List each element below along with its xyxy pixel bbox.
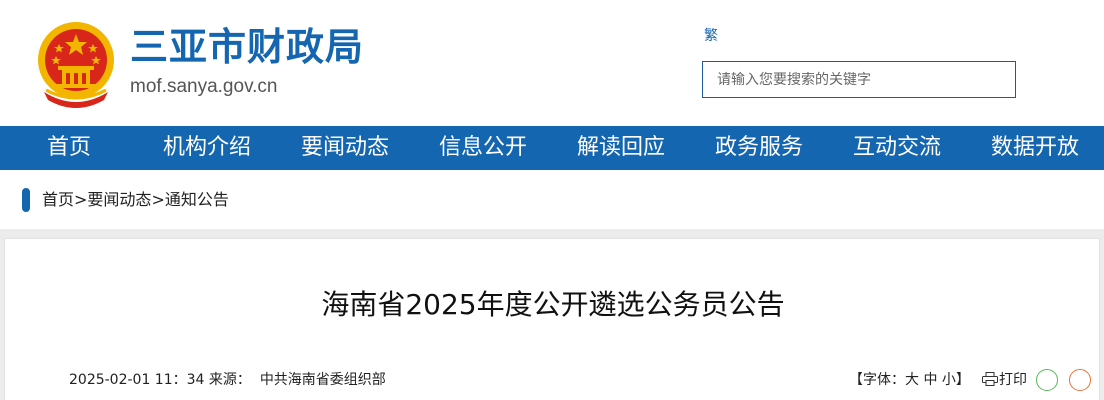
article-title: 海南省2025年度公开遴选公务员公告 xyxy=(321,288,785,321)
source-name: 中共海南省委组织部 xyxy=(259,372,386,388)
nav-item-open-data[interactable]: 数据开放 xyxy=(966,126,1104,170)
traditional-chinese-link[interactable]: 繁 xyxy=(704,27,718,45)
wechat-share-icon[interactable] xyxy=(1036,369,1058,391)
breadcrumb-marker xyxy=(22,188,30,212)
site-domain: mof.sanya.gov.cn xyxy=(130,76,278,97)
source-label: 来源： xyxy=(208,372,251,388)
nav-item-interaction[interactable]: 互动交流 xyxy=(828,126,966,170)
nav-item-services[interactable]: 政务服务 xyxy=(690,126,828,170)
breadcrumb-separator: > xyxy=(151,190,165,209)
nav-item-info-disclosure[interactable]: 信息公开 xyxy=(414,126,552,170)
breadcrumb-notices[interactable]: 通知公告 xyxy=(165,190,229,209)
publish-date: 2025-02-01 11：34 xyxy=(69,372,205,388)
nav-item-news[interactable]: 要闻动态 xyxy=(276,126,414,170)
font-size-close: 】 xyxy=(955,372,970,388)
breadcrumb-home[interactable]: 首页 xyxy=(42,190,74,209)
breadcrumb: 首页>要闻动态>通知公告 xyxy=(42,189,229,211)
font-size-large[interactable]: 大 xyxy=(905,372,919,388)
article-tools: 【字体：大 中 小】 打印 xyxy=(839,369,1099,393)
site-title[interactable]: 三亚市财政局 xyxy=(130,24,364,70)
font-size-label: 【字体： xyxy=(849,372,905,388)
font-size-small[interactable]: 小 xyxy=(942,372,956,388)
nav-item-interpretation[interactable]: 解读回应 xyxy=(552,126,690,170)
weibo-share-icon[interactable] xyxy=(1069,369,1091,391)
print-button[interactable]: 打印 xyxy=(982,371,1027,389)
article-meta: 2025-02-01 11：34 来源： 中共海南省委组织部 xyxy=(69,371,386,389)
article-panel: 海南省2025年度公开遴选公务员公告 2025-02-01 11：34 来源： … xyxy=(4,238,1100,400)
search-box xyxy=(702,61,1016,98)
main-nav: 首页 机构介绍 要闻动态 信息公开 解读回应 政务服务 互动交流 数据开放 xyxy=(0,126,1104,170)
print-label: 打印 xyxy=(999,372,1027,388)
national-emblem-icon xyxy=(38,22,114,108)
font-size-medium[interactable]: 中 xyxy=(923,372,937,388)
nav-item-home[interactable]: 首页 xyxy=(0,126,138,170)
breadcrumb-bar: 首页>要闻动态>通知公告 xyxy=(0,170,1104,229)
printer-icon xyxy=(982,372,998,386)
site-header: 三亚市财政局 mof.sanya.gov.cn 繁 xyxy=(0,0,1104,126)
breadcrumb-separator: > xyxy=(74,190,88,209)
search-input[interactable] xyxy=(703,62,1013,97)
breadcrumb-news[interactable]: 要闻动态 xyxy=(87,190,151,209)
font-size-control: 【字体：大 中 小】 xyxy=(849,371,970,389)
nav-item-organization[interactable]: 机构介绍 xyxy=(138,126,276,170)
